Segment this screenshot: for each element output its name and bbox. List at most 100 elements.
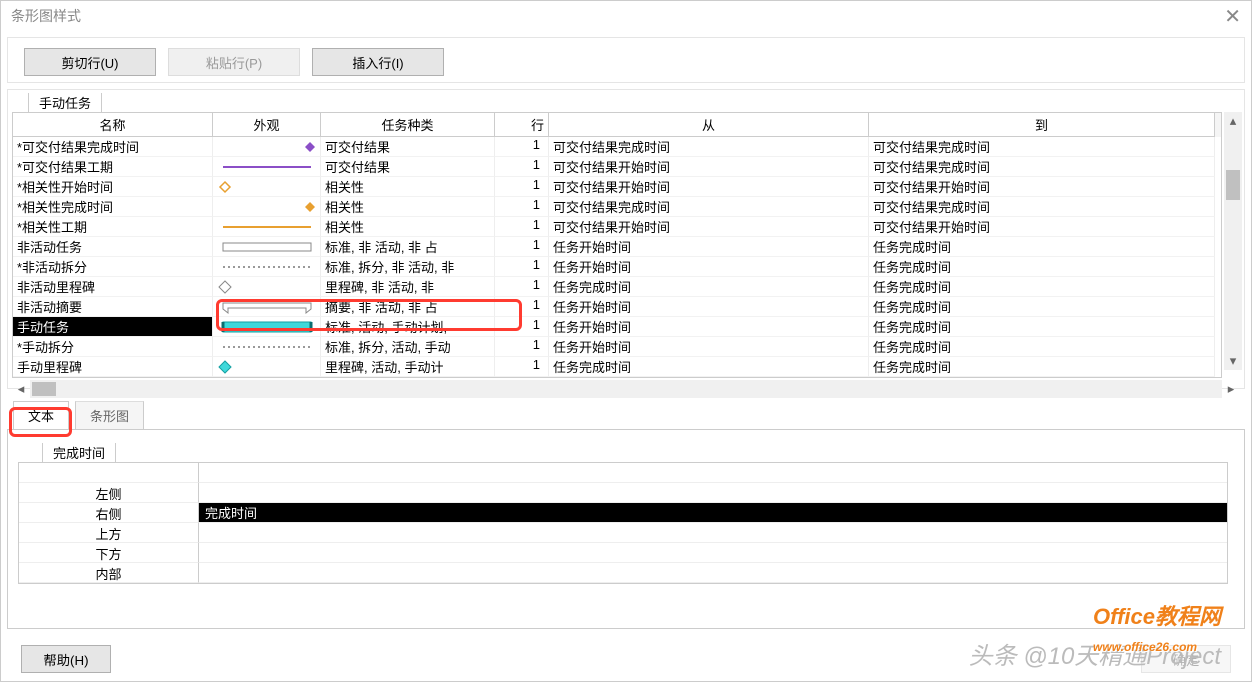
cell-name: *手动拆分 — [13, 337, 213, 357]
title-bar: 条形图样式 ✕ — [1, 1, 1251, 31]
col-header-name[interactable]: 名称 — [13, 113, 213, 137]
table-row[interactable]: *相关性完成时间 相关性 1 可交付结果完成时间 可交付结果完成时间 — [13, 197, 1221, 217]
tab-text[interactable]: 文本 — [13, 401, 69, 429]
pos-top-value[interactable] — [199, 523, 1227, 543]
cell-name: 手动里程碑 — [13, 357, 213, 377]
cell-from: 任务完成时间 — [549, 277, 869, 297]
cell-appearance — [213, 357, 321, 377]
top-selection-label: 手动任务 — [28, 93, 102, 112]
hscroll-thumb[interactable] — [32, 382, 56, 396]
cell-name: *相关性完成时间 — [13, 197, 213, 217]
cell-name: *相关性开始时间 — [13, 177, 213, 197]
ok-button[interactable]: 确定 — [1141, 645, 1231, 673]
cell-from: 任务开始时间 — [549, 317, 869, 337]
scroll-right-icon[interactable]: ▸ — [1222, 380, 1240, 398]
table-row[interactable]: 手动任务 标准, 活动, 手动计划, 1 任务开始时间 任务完成时间 — [13, 317, 1221, 337]
cell-to: 任务完成时间 — [869, 297, 1215, 317]
bar-styles-grid[interactable]: 名称 外观 任务种类 行 从 到 *可交付结果完成时间 可交付结果 1 可交付结… — [12, 112, 1222, 378]
table-row[interactable]: *可交付结果完成时间 可交付结果 1 可交付结果完成时间 可交付结果完成时间 — [13, 137, 1221, 157]
cell-type: 标准, 拆分, 非 活动, 非 — [321, 257, 495, 277]
col-header-type[interactable]: 任务种类 — [321, 113, 495, 137]
cell-from: 可交付结果开始时间 — [549, 177, 869, 197]
cell-type: 里程碑, 非 活动, 非 — [321, 277, 495, 297]
table-row[interactable]: *可交付结果工期 可交付结果 1 可交付结果开始时间 可交付结果完成时间 — [13, 157, 1221, 177]
cell-row: 1 — [495, 317, 549, 337]
position-value-header — [199, 463, 1227, 483]
table-row[interactable]: 非活动里程碑 里程碑, 非 活动, 非 1 任务完成时间 任务完成时间 — [13, 277, 1221, 297]
position-label-header — [19, 463, 199, 483]
scroll-up-icon[interactable]: ▴ — [1224, 112, 1242, 130]
pos-bottom-value[interactable] — [199, 543, 1227, 563]
cell-name: *可交付结果完成时间 — [13, 137, 213, 157]
cell-to: 可交付结果完成时间 — [869, 197, 1215, 217]
pos-left-value[interactable] — [199, 483, 1227, 503]
row-bottom[interactable]: 下方 — [19, 543, 1227, 563]
cell-row: 1 — [495, 197, 549, 217]
cell-name: 非活动任务 — [13, 237, 213, 257]
cell-row: 1 — [495, 157, 549, 177]
horizontal-scrollbar[interactable]: ◂ ▸ — [12, 380, 1240, 398]
col-header-appearance[interactable]: 外观 — [213, 113, 321, 137]
cell-from: 任务开始时间 — [549, 297, 869, 317]
table-row[interactable]: *相关性工期 相关性 1 可交付结果开始时间 可交付结果开始时间 — [13, 217, 1221, 237]
table-row[interactable]: 手动里程碑 里程碑, 活动, 手动计 1 任务完成时间 任务完成时间 — [13, 357, 1221, 377]
col-header-row[interactable]: 行 — [495, 113, 549, 137]
insert-row-button[interactable]: 插入行(I) — [312, 48, 444, 76]
cell-appearance — [213, 317, 321, 337]
cell-from: 可交付结果完成时间 — [549, 137, 869, 157]
cell-appearance — [213, 277, 321, 297]
cell-from: 可交付结果开始时间 — [549, 157, 869, 177]
cell-type: 相关性 — [321, 217, 495, 237]
cell-to: 可交付结果完成时间 — [869, 137, 1215, 157]
paste-row-button: 粘贴行(P) — [168, 48, 300, 76]
table-row[interactable]: *相关性开始时间 相关性 1 可交付结果开始时间 可交付结果开始时间 — [13, 177, 1221, 197]
row-right[interactable]: 右侧 完成时间 — [19, 503, 1227, 523]
cell-row: 1 — [495, 257, 549, 277]
table-row[interactable]: *手动拆分 标准, 拆分, 活动, 手动 1 任务开始时间 任务完成时间 — [13, 337, 1221, 357]
pos-inside-value[interactable] — [199, 563, 1227, 583]
cell-to: 可交付结果开始时间 — [869, 217, 1215, 237]
close-icon[interactable]: ✕ — [1224, 4, 1241, 29]
cell-row: 1 — [495, 357, 549, 377]
pos-bottom-label: 下方 — [19, 543, 199, 563]
cell-type: 相关性 — [321, 177, 495, 197]
vertical-scrollbar[interactable]: ▴ ▾ — [1224, 112, 1242, 370]
scroll-thumb[interactable] — [1226, 170, 1240, 200]
col-header-to[interactable]: 到 — [869, 113, 1215, 137]
pos-right-label: 右侧 — [19, 503, 199, 523]
pos-inside-label: 内部 — [19, 563, 199, 583]
help-button[interactable]: 帮助(H) — [21, 645, 111, 673]
row-top[interactable]: 上方 — [19, 523, 1227, 543]
cell-from: 可交付结果完成时间 — [549, 197, 869, 217]
cell-type: 标准, 拆分, 活动, 手动 — [321, 337, 495, 357]
cell-from: 任务完成时间 — [549, 357, 869, 377]
cut-row-button[interactable]: 剪切行(U) — [24, 48, 156, 76]
cell-type: 里程碑, 活动, 手动计 — [321, 357, 495, 377]
cell-appearance — [213, 257, 321, 277]
scroll-left-icon[interactable]: ◂ — [12, 380, 30, 398]
cell-name: *非活动拆分 — [13, 257, 213, 277]
scroll-down-icon[interactable]: ▾ — [1224, 352, 1242, 370]
table-row[interactable]: 非活动任务 标准, 非 活动, 非 占 1 任务开始时间 任务完成时间 — [13, 237, 1221, 257]
cell-from: 可交付结果开始时间 — [549, 217, 869, 237]
table-row[interactable]: *非活动拆分 标准, 拆分, 非 活动, 非 1 任务开始时间 任务完成时间 — [13, 257, 1221, 277]
cell-to: 可交付结果完成时间 — [869, 157, 1215, 177]
cell-type: 标准, 活动, 手动计划, — [321, 317, 495, 337]
row-left[interactable]: 左侧 — [19, 483, 1227, 503]
row-inside[interactable]: 内部 — [19, 563, 1227, 583]
toolbar: 剪切行(U) 粘贴行(P) 插入行(I) — [7, 37, 1245, 83]
cell-appearance — [213, 337, 321, 357]
cell-to: 任务完成时间 — [869, 357, 1215, 377]
cell-name: *可交付结果工期 — [13, 157, 213, 177]
pos-top-label: 上方 — [19, 523, 199, 543]
pos-left-label: 左侧 — [19, 483, 199, 503]
cell-row: 1 — [495, 177, 549, 197]
pos-right-value[interactable]: 完成时间 — [199, 503, 1227, 523]
cell-type: 摘要, 非 活动, 非 占 — [321, 297, 495, 317]
cell-row: 1 — [495, 217, 549, 237]
table-row[interactable]: 非活动摘要 摘要, 非 活动, 非 占 1 任务开始时间 任务完成时间 — [13, 297, 1221, 317]
cell-row: 1 — [495, 237, 549, 257]
col-header-from[interactable]: 从 — [549, 113, 869, 137]
tab-bar[interactable]: 条形图 — [75, 401, 144, 429]
bar-styles-table-area: 手动任务 名称 外观 任务种类 行 从 到 *可交付结果完成时间 可交付结果 1… — [7, 89, 1245, 389]
